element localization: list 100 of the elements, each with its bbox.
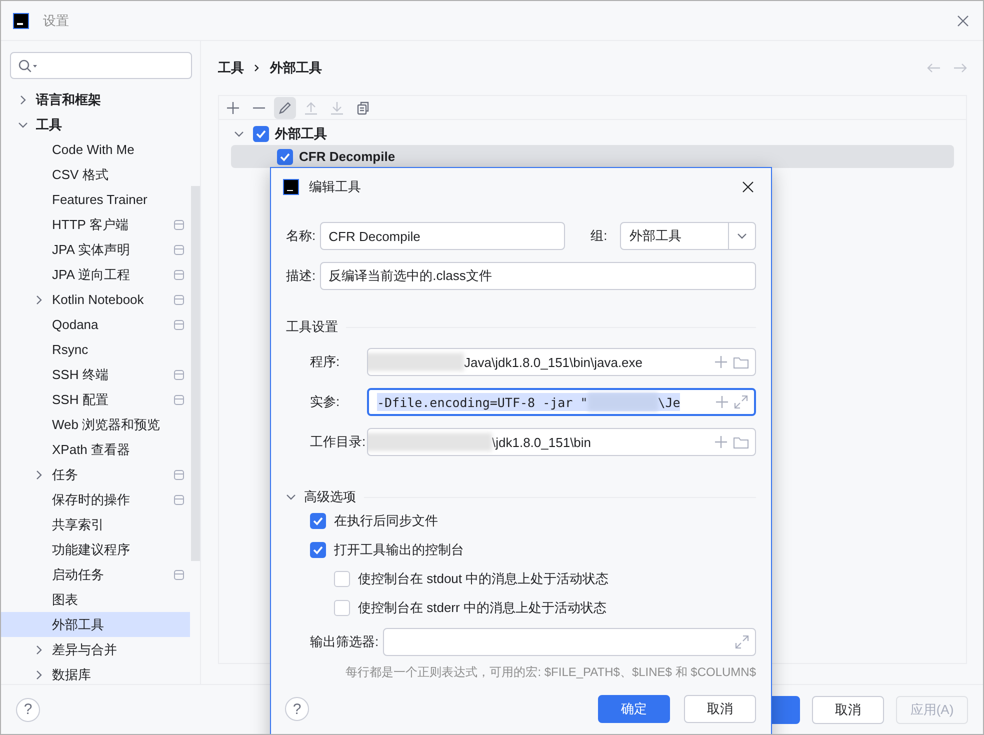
- checkbox[interactable]: [253, 126, 269, 142]
- path-text: \jdk1.8.0_151\bin: [492, 434, 592, 450]
- name-field[interactable]: CFR Decompile: [320, 222, 565, 250]
- tool-tree-item[interactable]: 外部工具: [231, 122, 954, 145]
- chevron-icon[interactable]: [34, 294, 44, 304]
- checkbox[interactable]: [277, 148, 293, 164]
- sidebar-item[interactable]: SSH 终端: [1, 362, 190, 387]
- checkbox-label[interactable]: 使控制台在 stdout 中的消息上处于活动状态: [358, 570, 609, 588]
- chevron-icon[interactable]: [34, 644, 44, 654]
- group-dropdown[interactable]: 外部工具: [620, 222, 756, 250]
- sidebar-item[interactable]: 保存时的操作: [1, 487, 190, 512]
- sidebar-item[interactable]: 差异与合并: [1, 637, 190, 662]
- sidebar-item[interactable]: 功能建议程序: [1, 537, 190, 562]
- checkbox[interactable]: [310, 512, 326, 528]
- sidebar-item[interactable]: SSH 配置: [1, 387, 190, 412]
- sidebar-item[interactable]: XPath 查看器: [1, 437, 190, 462]
- sidebar-item[interactable]: JPA 实体声明: [1, 237, 190, 262]
- field-label: 程序:: [310, 353, 341, 371]
- chevron-icon[interactable]: [34, 470, 44, 480]
- close-icon: [957, 14, 969, 26]
- sidebar-item[interactable]: 共享索引: [1, 512, 190, 537]
- selected-text: -Dfile.encoding=UTF-8 -jar " \Je: [377, 393, 680, 411]
- section-title: 工具设置: [286, 318, 338, 336]
- checkbox-label[interactable]: 在执行后同步文件: [334, 512, 438, 530]
- field-label: 描述:: [286, 267, 316, 285]
- plus-icon[interactable]: [715, 356, 727, 368]
- copy-icon: [356, 100, 370, 114]
- sidebar-item[interactable]: 外部工具: [1, 612, 190, 637]
- chevron-icon[interactable]: [234, 128, 244, 138]
- close-button[interactable]: [740, 179, 756, 195]
- app-icon: [283, 179, 299, 195]
- sidebar-item[interactable]: Qodana: [1, 312, 190, 337]
- arguments-field[interactable]: -Dfile.encoding=UTF-8 -jar " \Je: [367, 388, 756, 416]
- search-field[interactable]: [10, 52, 192, 79]
- checkmark-icon: [312, 544, 324, 556]
- tool-tree-item[interactable]: CFR Decompile: [231, 145, 954, 168]
- search-icon: [18, 58, 38, 72]
- pencil-button[interactable]: [274, 96, 296, 118]
- checkbox[interactable]: [310, 542, 326, 558]
- checkbox-label[interactable]: 使控制台在 stderr 中的消息上处于活动状态: [358, 598, 606, 616]
- breadcrumb-item[interactable]: 外部工具: [270, 59, 322, 77]
- arrow-up-icon: [304, 100, 318, 114]
- sidebar-item[interactable]: Rsync: [1, 337, 190, 362]
- sidebar-item[interactable]: 工具: [1, 112, 190, 137]
- sidebar-item[interactable]: 语言和框架: [1, 87, 190, 112]
- sidebar-item[interactable]: HTTP 客户端: [1, 212, 190, 237]
- sidebar-item[interactable]: 任务: [1, 462, 190, 487]
- chevron-icon[interactable]: [18, 94, 28, 104]
- field-label: 组:: [590, 227, 608, 245]
- checkmark-icon: [279, 150, 291, 162]
- sidebar-item[interactable]: 数据库: [1, 662, 190, 684]
- path-field[interactable]: Java\jdk1.8.0_151\bin\java.exe: [367, 348, 756, 376]
- checkbox[interactable]: [334, 600, 350, 616]
- sidebar-item[interactable]: 启动任务: [1, 562, 190, 587]
- expand-icon[interactable]: [735, 635, 749, 649]
- cancel-button[interactable]: 取消: [812, 696, 884, 724]
- sidebar-item[interactable]: CSV 格式: [1, 162, 190, 187]
- app-icon: [13, 12, 29, 28]
- minus-icon: [252, 106, 266, 108]
- sidebar-item[interactable]: 图表: [1, 587, 190, 612]
- chevron-icon: [254, 63, 260, 73]
- sidebar-item[interactable]: Web 浏览器和预览: [1, 412, 190, 437]
- folder-icon[interactable]: [733, 435, 749, 449]
- plus-icon[interactable]: [716, 396, 728, 408]
- sidebar-item[interactable]: JPA 逆向工程: [1, 262, 190, 287]
- pencil-icon: [278, 100, 292, 114]
- sidebar-item[interactable]: Kotlin Notebook: [1, 287, 190, 312]
- chevron-icon[interactable]: [34, 670, 44, 680]
- help-button[interactable]: ?: [16, 698, 40, 722]
- close-icon: [742, 181, 754, 193]
- checkbox[interactable]: [334, 570, 350, 586]
- window-title: 设置: [43, 12, 70, 30]
- breadcrumb-item[interactable]: 工具: [218, 59, 244, 77]
- path-text: Java\jdk1.8.0_151\bin\java.exe: [464, 354, 644, 370]
- field-label: 名称:: [286, 227, 316, 245]
- scrollbar[interactable]: [191, 186, 200, 561]
- hint-text: 每行都是一个正则表达式，可用的宏: $FILE_PATH$、$LINE$ 和 $COLUMN$: [344, 664, 756, 681]
- help-button[interactable]: ?: [285, 697, 309, 721]
- description-field[interactable]: 反编译当前选中的.class文件: [320, 262, 756, 290]
- ok-button[interactable]: 确定: [598, 695, 670, 723]
- cancel-button[interactable]: 取消: [684, 695, 756, 723]
- sidebar-item[interactable]: Code With Me: [1, 137, 190, 162]
- arrow-down-icon: [330, 100, 344, 114]
- checkbox-label[interactable]: 打开工具输出的控制台: [334, 540, 464, 558]
- dialog-title: 编辑工具: [309, 178, 362, 196]
- plus-icon[interactable]: [715, 436, 727, 448]
- folder-icon[interactable]: [733, 355, 749, 369]
- section-title: 高级选项: [304, 488, 356, 506]
- chevron-icon[interactable]: [286, 492, 296, 502]
- checkmark-icon: [255, 128, 267, 140]
- checkmark-icon: [312, 514, 324, 526]
- field-label: 工作目录:: [310, 433, 367, 451]
- plus-icon: [226, 100, 240, 114]
- chevron-icon: [737, 231, 747, 241]
- path-field[interactable]: \jdk1.8.0_151\bin: [367, 428, 756, 456]
- expand-icon[interactable]: [734, 395, 748, 409]
- chevron-icon[interactable]: [18, 120, 28, 130]
- output-filter-field[interactable]: [382, 628, 756, 656]
- sidebar-item[interactable]: Features Trainer: [1, 187, 190, 212]
- field-label: 输出筛选器:: [310, 633, 379, 651]
